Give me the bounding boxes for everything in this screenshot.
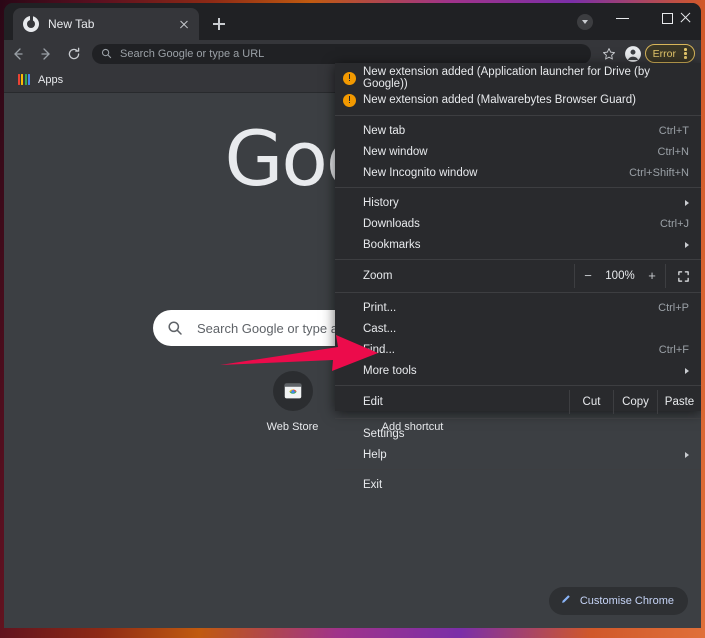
menu-item-shortcut: Ctrl+J: [659, 217, 689, 230]
menu-item-shortcut: Ctrl+N: [657, 145, 689, 158]
menu-separator: [335, 469, 701, 470]
zoom-out-button[interactable]: −: [575, 264, 601, 288]
minimize-button[interactable]: [600, 3, 645, 33]
zoom-label: Zoom: [363, 270, 393, 282]
shortcut-label: Web Store: [266, 421, 319, 433]
menu-item-cast[interactable]: Cast...: [335, 318, 701, 339]
menu-separator: [335, 187, 701, 188]
menu-item-label: Cast...: [363, 322, 397, 335]
menu-item-more-tools[interactable]: More tools: [335, 360, 701, 381]
close-button[interactable]: [665, 3, 701, 33]
edit-label: Edit: [363, 396, 383, 408]
chevron-right-icon: [685, 367, 689, 374]
menu-separator: [335, 259, 701, 260]
error-label: Error: [652, 47, 676, 60]
menu-item-label: Bookmarks: [363, 238, 421, 251]
menu-item-label: New tab: [363, 124, 406, 137]
chevron-right-icon: [685, 199, 689, 206]
menu-item-downloads[interactable]: Downloads Ctrl+J: [335, 213, 701, 234]
menu-separator: [335, 385, 701, 386]
bookmark-item-apps[interactable]: Apps: [18, 74, 63, 86]
warning-icon: [343, 71, 356, 85]
menu-item-label: New Incognito window: [363, 166, 478, 179]
pencil-edit-icon: [560, 592, 572, 610]
chevron-right-icon: [685, 451, 689, 458]
menu-notification-extension-2[interactable]: New extension added (Malwarebytes Browse…: [335, 89, 701, 111]
menu-notification-extension-1[interactable]: New extension added (Application launche…: [335, 66, 701, 90]
customise-chrome-label: Customise Chrome: [579, 595, 674, 607]
menu-item-shortcut: Ctrl+F: [658, 343, 689, 356]
forward-arrow-icon[interactable]: [32, 40, 60, 67]
search-magnifier-icon: [167, 320, 183, 336]
menu-item-history[interactable]: History: [335, 192, 701, 213]
menu-zoom-row: Zoom − 100% +: [335, 264, 701, 288]
warning-icon: [343, 93, 356, 107]
notification-text: New extension added (Malwarebytes Browse…: [363, 94, 636, 106]
menu-item-label: More tools: [363, 364, 417, 377]
new-tab-button[interactable]: [207, 12, 231, 36]
menu-separator: [335, 115, 701, 116]
menu-item-label: Exit: [363, 478, 383, 491]
search-magnifier-icon: [101, 48, 112, 59]
menu-item-shortcut: Ctrl+Shift+N: [629, 166, 689, 179]
notification-text: New extension added (Application launche…: [363, 66, 651, 90]
back-arrow-icon[interactable]: [4, 40, 32, 67]
customise-chrome-button[interactable]: Customise Chrome: [548, 587, 688, 615]
browser-tab[interactable]: New Tab: [13, 8, 199, 40]
menu-separator: [335, 292, 701, 293]
menu-item-label: New window: [363, 145, 428, 158]
menu-item-print[interactable]: Print... Ctrl+P: [335, 297, 701, 318]
chevron-right-icon: [685, 241, 689, 248]
menu-item-settings[interactable]: Settings: [335, 423, 701, 444]
tab-close-icon[interactable]: [175, 15, 193, 33]
zoom-in-button[interactable]: +: [639, 264, 665, 288]
menu-item-label: Settings: [363, 427, 405, 440]
menu-separator: [335, 418, 701, 419]
menu-item-label: Downloads: [363, 217, 420, 230]
apps-grid-icon: [18, 74, 30, 85]
omnibox[interactable]: Search Google or type a URL: [92, 43, 591, 64]
chrome-main-menu: New extension added (Application launche…: [335, 63, 701, 491]
menu-edit-row: Edit Cut Copy Paste: [335, 390, 701, 414]
tab-strip: New Tab: [4, 3, 701, 40]
edit-paste-button[interactable]: Paste: [657, 390, 701, 414]
chevron-down-circle-icon[interactable]: [577, 14, 593, 30]
menu-item-label: Help: [363, 448, 387, 461]
menu-item-bookmarks[interactable]: Bookmarks: [335, 234, 701, 255]
edit-cut-button[interactable]: Cut: [569, 390, 613, 414]
menu-item-shortcut: Ctrl+T: [658, 124, 689, 137]
reload-icon[interactable]: [60, 40, 88, 67]
menu-item-help[interactable]: Help: [335, 444, 701, 465]
apps-label: Apps: [38, 73, 64, 86]
tab-favicon-icon: [23, 15, 39, 32]
menu-item-exit[interactable]: Exit: [335, 474, 701, 495]
menu-item-shortcut: Ctrl+P: [658, 301, 689, 314]
menu-item-find[interactable]: Find... Ctrl+F: [335, 339, 701, 360]
menu-item-label: Find...: [363, 343, 395, 356]
menu-item-label: History: [363, 196, 399, 209]
menu-item-new-tab[interactable]: New tab Ctrl+T: [335, 120, 701, 141]
menu-item-new-incognito-window[interactable]: New Incognito window Ctrl+Shift+N: [335, 162, 701, 183]
zoom-level-value: 100%: [605, 270, 635, 282]
fullscreen-icon[interactable]: [665, 264, 701, 288]
error-status-chip[interactable]: Error: [644, 44, 695, 63]
menu-item-new-window[interactable]: New window Ctrl+N: [335, 141, 701, 162]
red-arrow-pointer: [220, 335, 378, 371]
menu-item-label: Print...: [363, 301, 397, 314]
omnibox-placeholder: Search Google or type a URL: [120, 47, 265, 60]
tab-title: New Tab: [48, 17, 95, 31]
three-dot-menu-icon[interactable]: [680, 47, 691, 60]
browser-window: New Tab Search Google or type a URL Erro…: [4, 3, 701, 628]
zoom-controls: − 100% +: [574, 264, 665, 288]
edit-copy-button[interactable]: Copy: [613, 390, 657, 414]
